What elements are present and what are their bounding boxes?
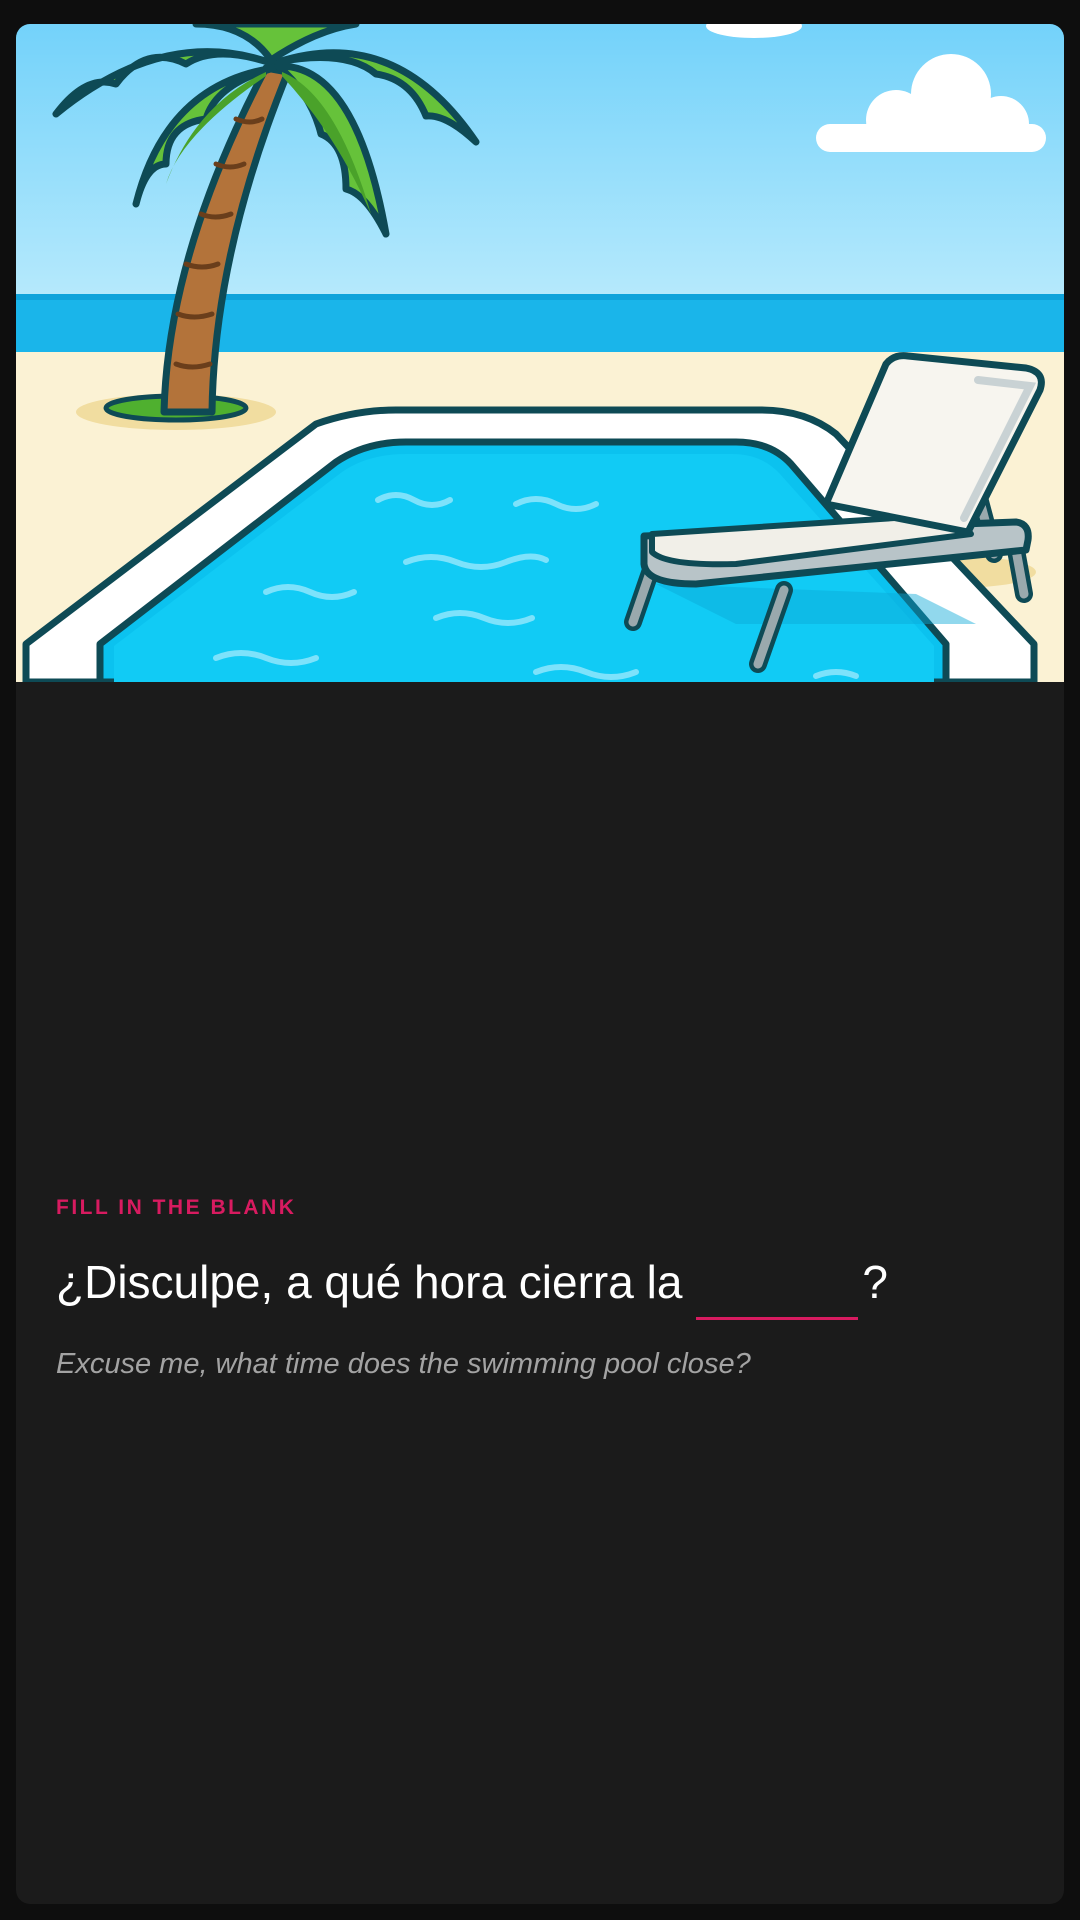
prompt-sentence: ¿Disculpe, a qué hora cierra la ? <box>56 1254 1026 1320</box>
sentence-after-blank: ? <box>862 1256 889 1308</box>
sky <box>16 24 1064 294</box>
exercise-type-label: FILL IN THE BLANK <box>56 1196 297 1219</box>
exercise-content: FILL IN THE BLANK ¿Disculpe, a qué hora … <box>56 1196 1026 1381</box>
answer-blank[interactable] <box>696 1254 859 1320</box>
english-translation: Excuse me, what time does the swimming p… <box>56 1348 751 1380</box>
pool-illustration <box>16 24 1064 682</box>
exercise-card: FILL IN THE BLANK ¿Disculpe, a qué hora … <box>16 24 1064 1904</box>
sentence-before-blank: ¿Disculpe, a qué hora cierra la <box>56 1256 683 1308</box>
